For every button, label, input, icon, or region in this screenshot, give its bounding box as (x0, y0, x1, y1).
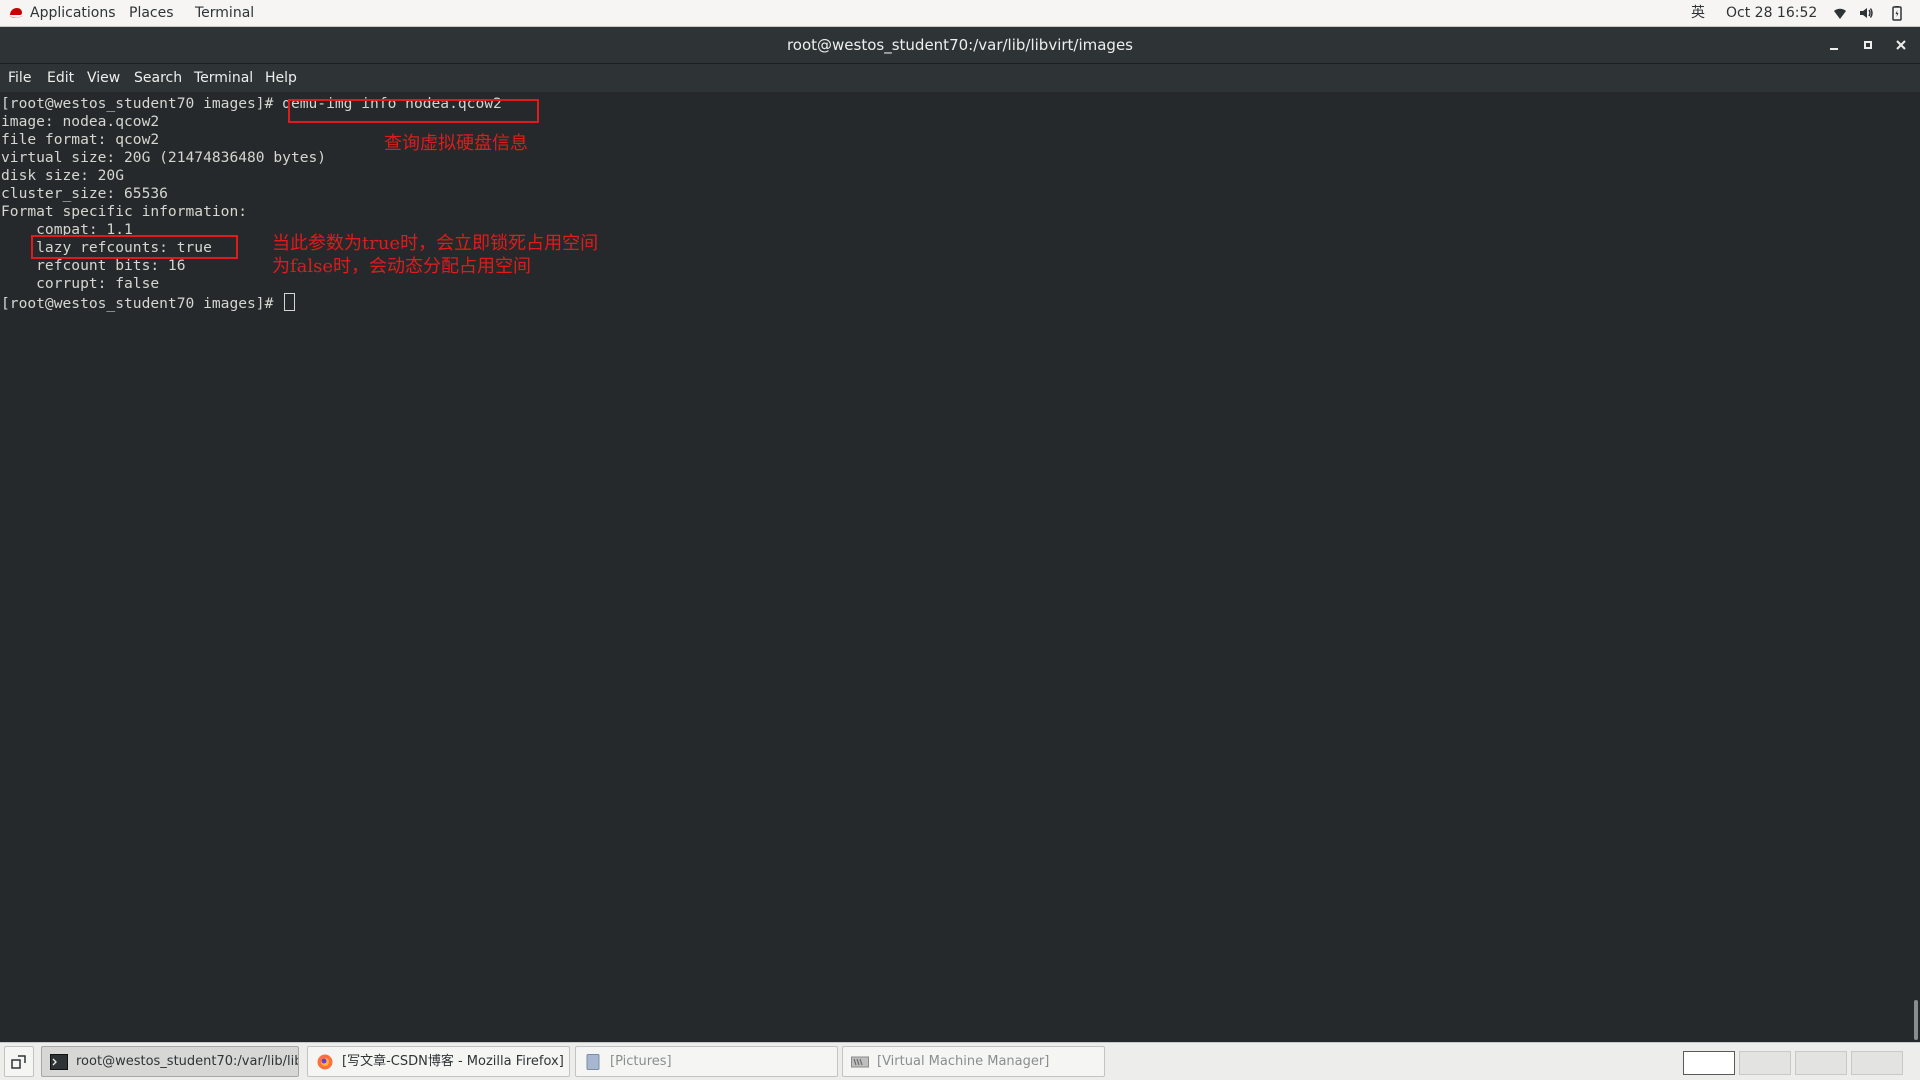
close-button[interactable] (1893, 37, 1909, 53)
terminal-line: image: nodea.qcow2 (1, 113, 160, 130)
top-panel: Applications Places Terminal 英 Oct 28 16… (0, 0, 1920, 27)
lazy-refcounts-highlight-box (31, 235, 238, 259)
terminal-icon (50, 1054, 68, 1070)
menu-terminal[interactable]: Terminal (194, 64, 253, 92)
taskbar-item-terminal[interactable]: root@westos_student70:/var/lib/lib... (41, 1046, 299, 1077)
applications-menu[interactable]: Applications (30, 0, 116, 27)
terminal-menubar: File Edit View Search Terminal Help (0, 64, 1920, 92)
maximize-icon (1864, 41, 1872, 49)
annotation-lazy-refcounts-false: 为false时，会动态分配占用空间 (272, 256, 532, 277)
minimize-button[interactable] (1826, 37, 1842, 53)
workspace-3[interactable] (1795, 1051, 1847, 1075)
redhat-icon (9, 8, 23, 18)
terminal-line: Format specific information: (1, 203, 248, 220)
workspace-4[interactable] (1851, 1051, 1903, 1075)
command-highlight-box (288, 99, 539, 123)
menu-edit[interactable]: Edit (47, 64, 74, 92)
volume-icon[interactable] (1858, 5, 1874, 21)
menu-search[interactable]: Search (134, 64, 182, 92)
menu-file[interactable]: File (8, 64, 31, 92)
window-titlebar[interactable]: root@westos_student70:/var/lib/libvirt/i… (0, 27, 1920, 64)
taskbar-item-label: root@westos_student70:/var/lib/lib... (76, 1054, 299, 1069)
taskbar-item-label: [Virtual Machine Manager] (877, 1054, 1050, 1069)
terminal-scrollbar[interactable] (1914, 1000, 1918, 1040)
workspace-2[interactable] (1739, 1051, 1791, 1075)
terminal-line: cluster_size: 65536 (1, 185, 168, 202)
taskbar-item-label: [Pictures] (610, 1054, 672, 1069)
places-menu[interactable]: Places (129, 0, 174, 27)
show-desktop-icon (11, 1055, 26, 1069)
virt-manager-icon (851, 1056, 869, 1068)
battery-icon[interactable] (1889, 5, 1905, 21)
show-desktop-button[interactable] (4, 1046, 34, 1077)
terminal-output-area[interactable]: [root@westos_student70 images]# qemu-img… (0, 92, 1920, 1042)
workspace-1[interactable] (1683, 1051, 1735, 1075)
annotation-query-disk-info: 查询虚拟硬盘信息 (384, 133, 528, 154)
menu-view[interactable]: View (87, 64, 120, 92)
taskbar-item-label: [写文章-CSDN博客 - Mozilla Firefox] (342, 1054, 564, 1069)
terminal-line: virtual size: 20G (21474836480 bytes) (1, 149, 327, 166)
terminal-line: refcount bits: 16 (1, 257, 186, 274)
terminal-line: file format: qcow2 (1, 131, 160, 148)
close-icon (1896, 40, 1906, 50)
terminal-line: corrupt: false (1, 275, 160, 292)
terminal-cursor (284, 293, 296, 311)
maximize-button[interactable] (1860, 37, 1876, 53)
terminal-line: disk size: 20G (1, 167, 125, 184)
taskbar-item-firefox[interactable]: [写文章-CSDN博客 - Mozilla Firefox] (307, 1046, 570, 1077)
terminal-prompt: [root@westos_student70 images]# (1, 295, 283, 312)
window-title: root@westos_student70:/var/lib/libvirt/i… (786, 36, 1134, 54)
firefox-icon (317, 1054, 333, 1070)
clock[interactable]: Oct 28 16:52 (1726, 0, 1817, 27)
terminal-text: [root@westos_student70 images]# qemu-img… (1, 95, 502, 313)
annotation-lazy-refcounts-true: 当此参数为true时，会立即锁死占用空间 (272, 233, 599, 254)
taskbar-item-pictures[interactable]: [Pictures] (575, 1046, 838, 1077)
folder-icon (586, 1054, 600, 1070)
taskbar-item-virt-manager[interactable]: [Virtual Machine Manager] (842, 1046, 1105, 1077)
bottom-taskbar: root@westos_student70:/var/lib/lib... [写… (0, 1042, 1920, 1080)
terminal-app-menu[interactable]: Terminal (195, 0, 254, 27)
menu-help[interactable]: Help (265, 64, 297, 92)
minimize-icon (1830, 48, 1838, 50)
wifi-icon[interactable] (1832, 5, 1848, 21)
input-method-indicator[interactable]: 英 (1691, 0, 1705, 27)
